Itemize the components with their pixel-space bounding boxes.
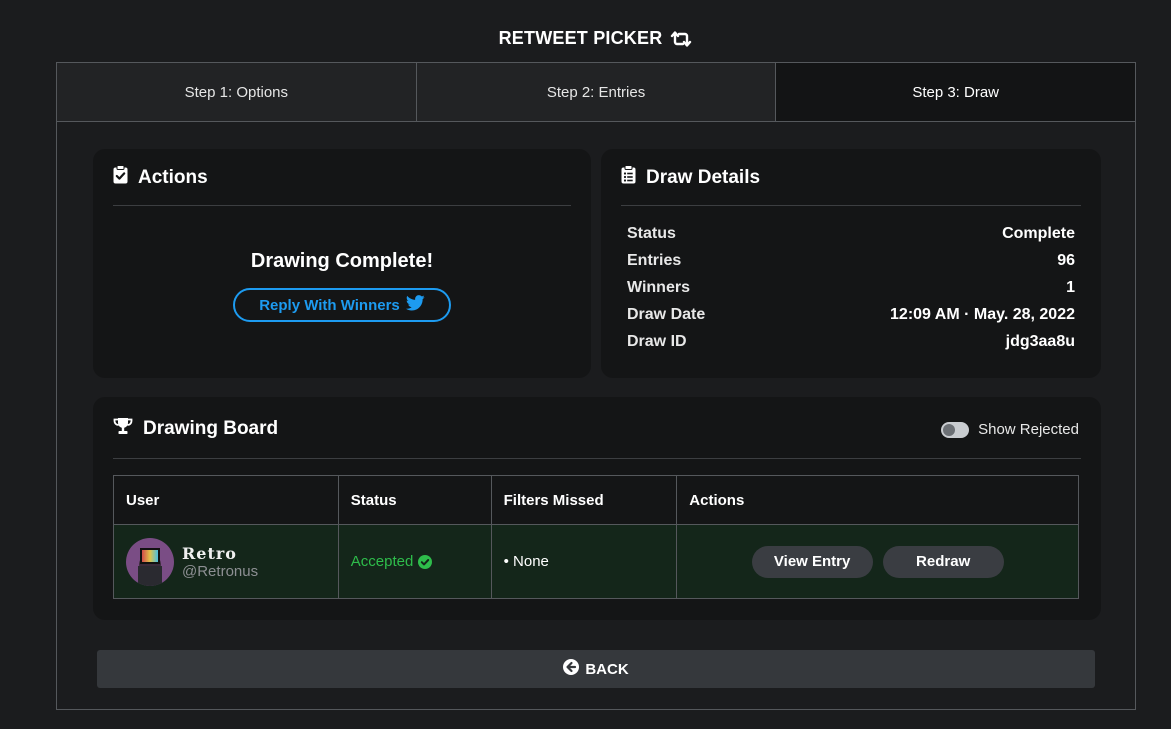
draw-details-list: Status Complete Entries 96 Winners 1 Dra…	[627, 225, 1075, 360]
status-text: Accepted	[350, 553, 414, 570]
detail-row-status: Status Complete	[627, 225, 1075, 252]
detail-row-draw-date: Draw Date 12:09 AM · May. 28, 2022	[627, 306, 1075, 333]
table-header-row: User Status Filters Missed Actions	[113, 475, 1079, 525]
page-title-text: RETWEET PICKER	[498, 28, 663, 48]
back-button-label: BACK	[585, 660, 629, 678]
drawing-board-header: Drawing Board	[113, 417, 278, 441]
check-circle-icon	[418, 554, 433, 569]
column-header-status: Status	[337, 475, 492, 525]
drawing-board-divider	[113, 458, 1081, 459]
actions-card-title: Actions	[138, 166, 208, 188]
detail-label: Entries	[627, 252, 682, 269]
column-header-filters-missed: Filters Missed	[490, 475, 678, 525]
show-rejected-toggle[interactable]	[941, 421, 970, 438]
trophy-icon	[113, 417, 133, 441]
detail-row-entries: Entries 96	[627, 252, 1075, 279]
detail-row-draw-id: Draw ID jdg3aa8u	[627, 333, 1075, 360]
drawing-complete-message: Drawing Complete!	[250, 250, 434, 272]
user-display-name: Retro	[182, 543, 237, 563]
retweet-icon	[670, 30, 692, 47]
drawing-board-table: User Status Filters Missed Actions Retro…	[113, 475, 1079, 599]
detail-label: Winners	[627, 279, 690, 296]
row-actions: View Entry Redraw	[689, 545, 1078, 578]
actions-card: Actions Drawing Complete! Reply With Win…	[93, 149, 591, 378]
arrow-circle-left-icon	[563, 659, 580, 679]
picker-frame: Step 1: Options Step 2: Entries Step 3: …	[56, 62, 1136, 710]
back-button[interactable]: BACK	[97, 650, 1095, 688]
tab-step-3-draw[interactable]: Step 3: Draw	[776, 63, 1136, 121]
draw-details-divider	[621, 205, 1081, 206]
detail-value: jdg3aa8u	[1005, 333, 1075, 350]
clipboard-check-icon	[113, 165, 128, 190]
tab-step-1-options[interactable]: Step 1: Options	[57, 63, 417, 121]
detail-value: Complete	[1002, 225, 1075, 242]
twitter-bird-icon	[405, 295, 425, 315]
toggle-knob	[943, 423, 956, 436]
show-rejected-label: Show Rejected	[978, 421, 1079, 438]
reply-with-winners-button[interactable]: Reply With Winners	[233, 288, 451, 322]
detail-label: Draw ID	[627, 333, 687, 350]
actions-card-header: Actions	[113, 165, 208, 190]
view-entry-button[interactable]: View Entry	[751, 545, 873, 578]
detail-label: Draw Date	[627, 306, 706, 323]
detail-label: Status	[627, 225, 676, 242]
draw-details-header: Draw Details	[621, 165, 760, 190]
draw-details-title: Draw Details	[646, 166, 761, 188]
column-header-actions: Actions	[676, 475, 1079, 525]
column-header-user: User	[113, 475, 339, 525]
detail-value: 96	[1057, 252, 1075, 269]
drawing-board-card: Drawing Board Show Rejected User Status …	[93, 397, 1101, 620]
avatar[interactable]	[126, 537, 174, 586]
status-badge: Accepted	[351, 553, 491, 570]
tab-step-2-entries[interactable]: Step 2: Entries	[416, 63, 777, 121]
drawing-board-title: Drawing Board	[143, 418, 279, 439]
actions-cell: View Entry Redraw	[676, 524, 1079, 599]
redraw-button[interactable]: Redraw	[882, 545, 1004, 578]
clipboard-list-icon	[621, 165, 636, 190]
actions-card-divider	[113, 205, 571, 206]
draw-details-card: Draw Details Status Complete Entries 96 …	[601, 149, 1101, 378]
show-rejected-control: Show Rejected	[941, 421, 1079, 438]
detail-value: 1	[1066, 279, 1075, 296]
user-cell: Retro @Retronus	[113, 524, 339, 599]
table-row: Retro @Retronus Accepted • None View Ent…	[113, 524, 1079, 599]
avatar-body	[138, 565, 162, 586]
filters-missed-cell: • None	[490, 524, 678, 599]
detail-value: 12:09 AM · May. 28, 2022	[890, 306, 1075, 323]
user-handle: @Retronus	[182, 562, 259, 580]
user-names: Retro @Retronus	[182, 544, 258, 580]
reply-button-label: Reply With Winners	[259, 296, 400, 314]
user-info: Retro @Retronus	[126, 537, 338, 586]
avatar-screen	[140, 547, 160, 564]
status-cell: Accepted	[337, 524, 492, 599]
page-title: RETWEET PICKER	[0, 28, 1171, 49]
detail-row-winners: Winners 1	[627, 279, 1075, 306]
step-tabs: Step 1: Options Step 2: Entries Step 3: …	[57, 63, 1136, 122]
